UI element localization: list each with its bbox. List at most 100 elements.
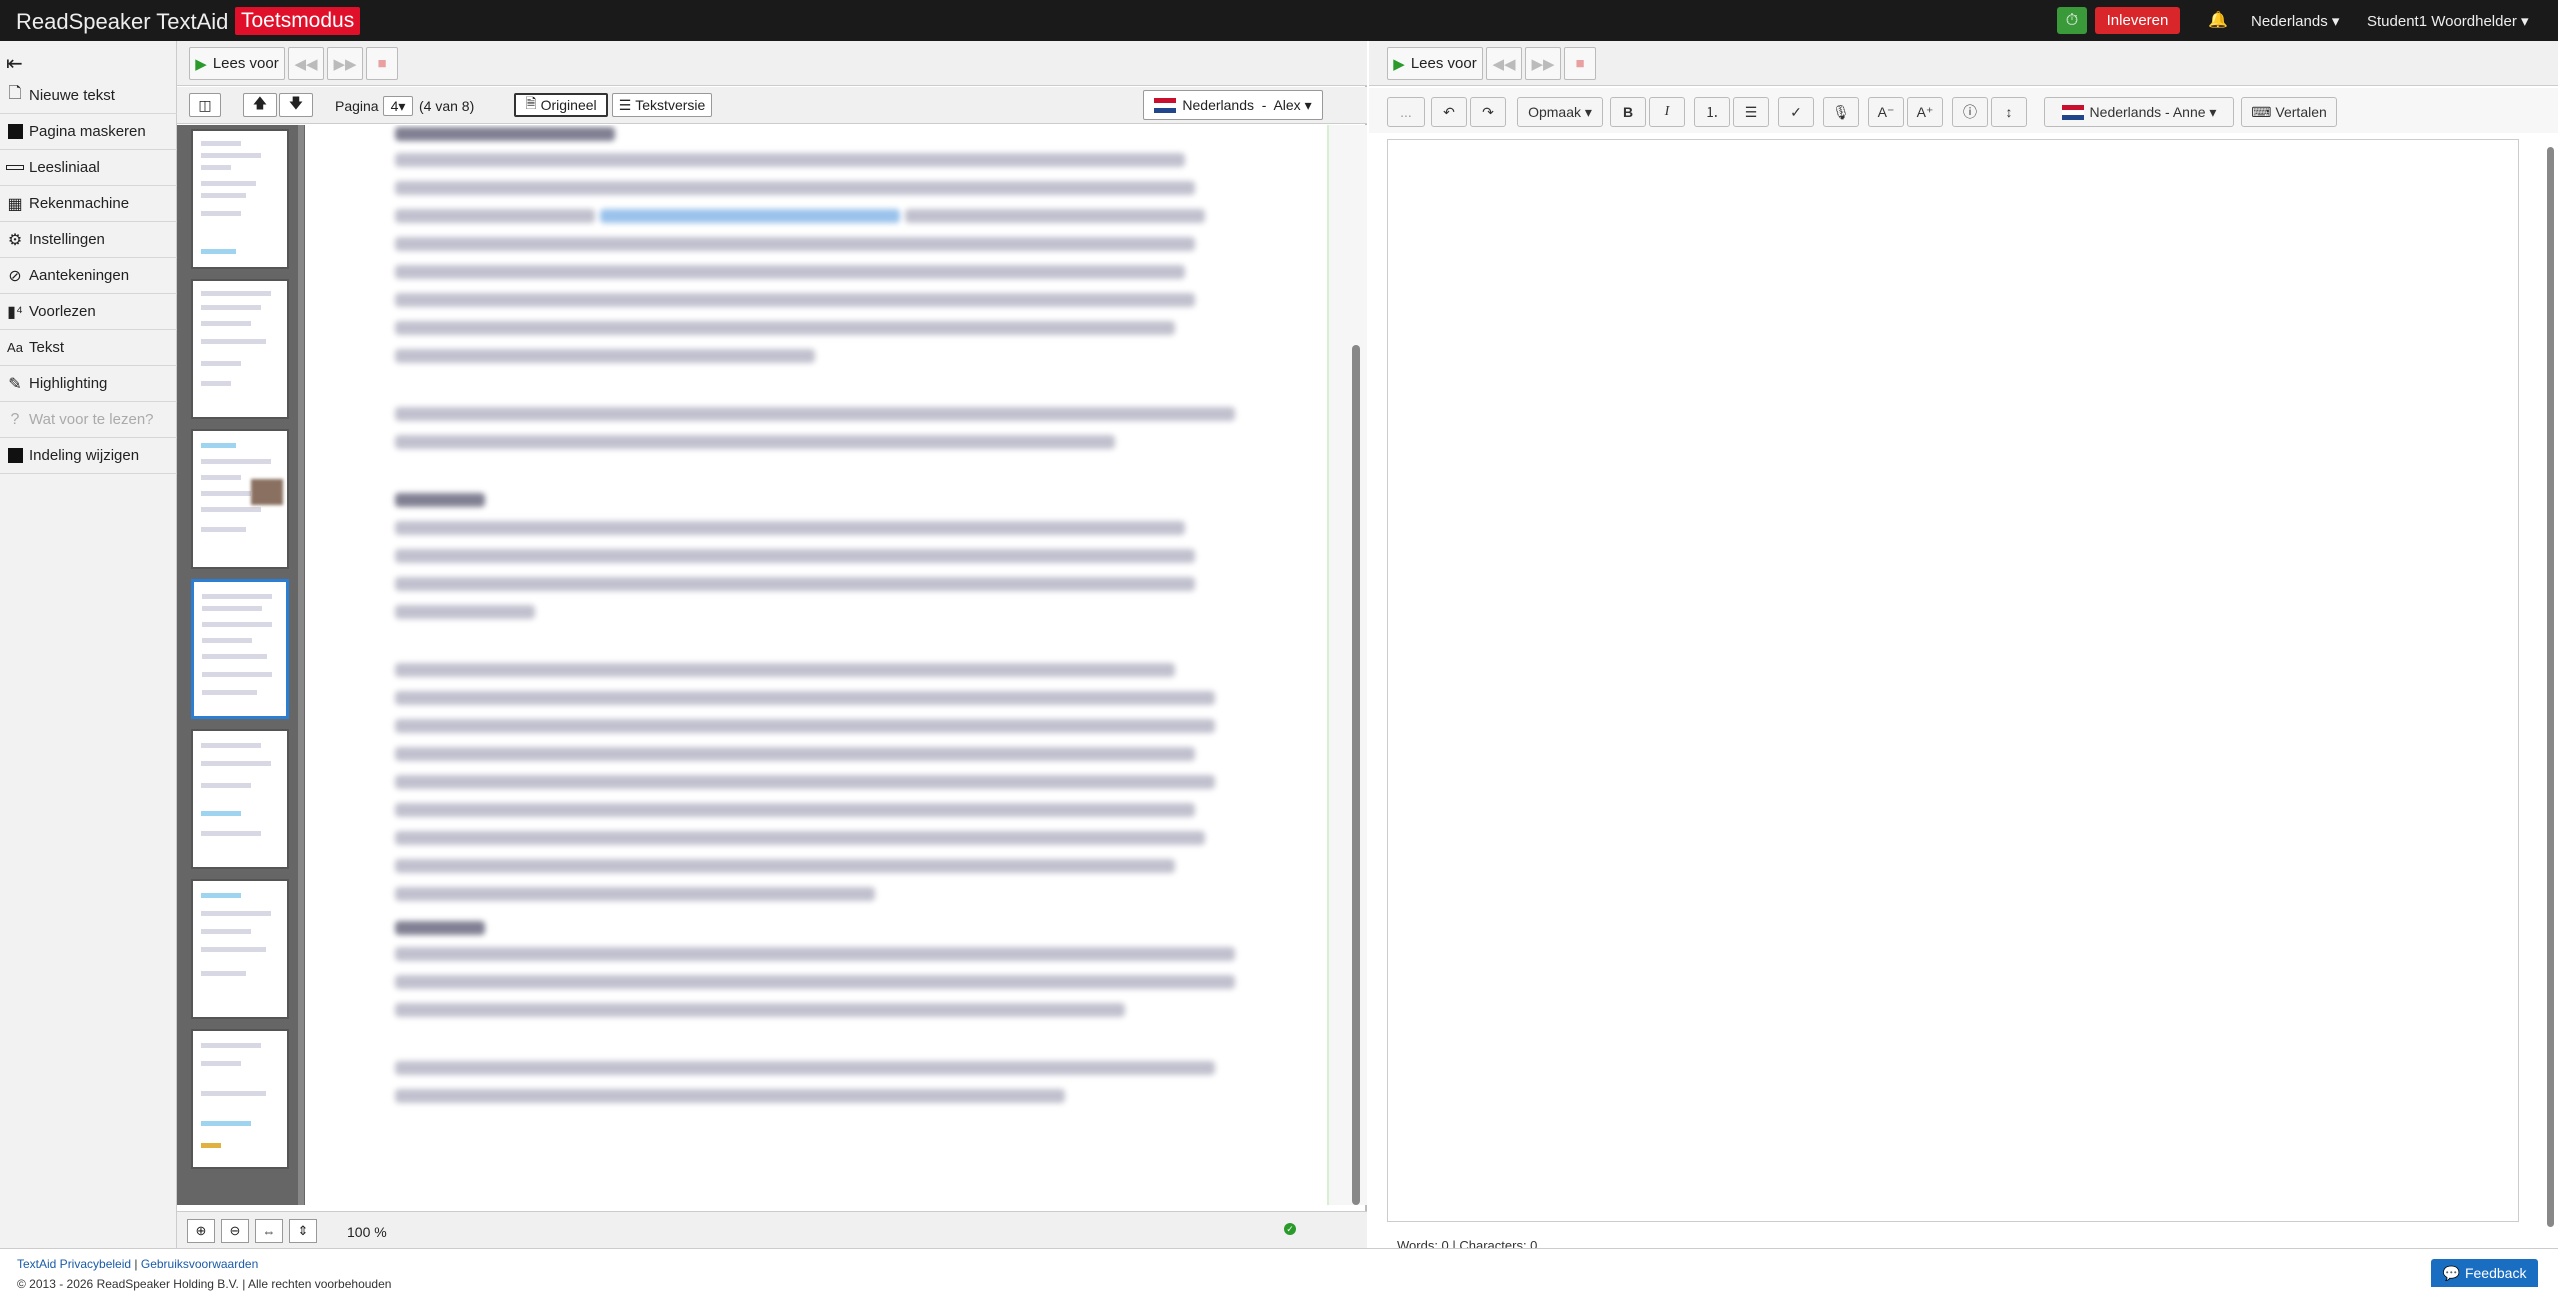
sidebar-item-annotations[interactable]: ⊘ Aantekeningen bbox=[0, 258, 177, 294]
bell-icon[interactable]: 🔔 bbox=[2208, 10, 2228, 30]
rewind-icon: ◀◀ bbox=[294, 55, 318, 73]
redo-button[interactable]: ↷ bbox=[1470, 97, 1506, 127]
original-view-button[interactable]: 🗎 Origineel bbox=[514, 93, 608, 117]
voice-label: Nederlands - Alex bbox=[1182, 97, 1301, 113]
translate-button[interactable]: ⌨ Vertalen bbox=[2241, 97, 2337, 127]
previous-page-button[interactable]: 🡅 bbox=[243, 93, 277, 117]
feedback-button[interactable]: 💬 Feedback bbox=[2431, 1259, 2538, 1287]
thumbnail-page-4[interactable] bbox=[191, 579, 289, 719]
spellcheck-icon: ✓ bbox=[1790, 103, 1802, 120]
text-editor[interactable] bbox=[1387, 139, 2519, 1222]
zoom-in-button[interactable]: ⊕ bbox=[187, 1219, 215, 1243]
sidebar-item-change-layout[interactable]: Indeling wijzigen bbox=[0, 438, 177, 474]
privacy-link[interactable]: TextAid Privacybeleid bbox=[17, 1257, 131, 1271]
copyright: © 2013 - 2026 ReadSpeaker Holding B.V. |… bbox=[17, 1277, 392, 1291]
original-label: Origineel bbox=[540, 97, 597, 113]
bold-button[interactable]: B bbox=[1610, 97, 1646, 127]
user-name: Student1 Woordhelder bbox=[2367, 13, 2517, 30]
speaker-icon: ▮⁴ bbox=[7, 303, 23, 321]
document-scrollbar[interactable] bbox=[1329, 125, 1367, 1205]
info-button[interactable]: ⓘ bbox=[1952, 97, 1988, 127]
sidebar-item-label: Leesliniaal bbox=[29, 159, 100, 176]
sidebar-item-highlighting[interactable]: ✎ Highlighting bbox=[0, 366, 177, 402]
translate-label: Vertalen bbox=[2275, 104, 2327, 120]
font-larger-button[interactable]: A⁺ bbox=[1907, 97, 1943, 127]
forward-button[interactable]: ▶▶ bbox=[327, 47, 363, 80]
fit-page-icon: ⇕ bbox=[297, 1223, 309, 1238]
thumbnail-page-6[interactable] bbox=[191, 879, 289, 1019]
bold-icon: B bbox=[1622, 104, 1634, 120]
zoom-out-icon: ⊖ bbox=[229, 1223, 241, 1238]
document-pane: ▶ Lees voor ◀◀ ▶▶ ■ ◫ 🡅 🡇 Pagina 4 ▾ (4 va… bbox=[177, 41, 1367, 1248]
editor-read-aloud-button[interactable]: ▶ Lees voor bbox=[1387, 47, 1483, 80]
fit-page-button[interactable]: ⇕ bbox=[289, 1219, 317, 1243]
sidebar-item-label: Rekenmachine bbox=[29, 195, 130, 212]
format-dropdown[interactable]: Opmaak ▾ bbox=[1517, 97, 1603, 127]
sidebar-item-read-aloud[interactable]: ▮⁴ Voorlezen bbox=[0, 294, 177, 330]
sidebar-item-reading-ruler[interactable]: Leesliniaal bbox=[0, 150, 177, 186]
user-menu[interactable]: Student1 Woordhelder ▾ bbox=[2367, 12, 2529, 30]
dictation-button[interactable]: 🎙 bbox=[1823, 97, 1859, 127]
bullet-list-button[interactable]: ☰ bbox=[1733, 97, 1769, 127]
translate-icon: ⌨ bbox=[2251, 103, 2272, 120]
sidebar-item-what-to-read: ? Wat voor te lezen? bbox=[0, 402, 177, 438]
undo-button[interactable]: ↶ bbox=[1431, 97, 1467, 127]
thumbnail-scrollbar[interactable] bbox=[298, 125, 304, 1205]
voice-select[interactable]: Nederlands - Alex ▾ bbox=[1143, 90, 1323, 120]
collapse-sidebar-icon[interactable]: ⇤ bbox=[6, 51, 23, 76]
forward-icon: ▶▶ bbox=[1531, 55, 1555, 73]
stop-button[interactable]: ■ bbox=[366, 47, 398, 80]
sidebar-item-new-text[interactable]: 🗋 Nieuwe tekst bbox=[0, 78, 177, 114]
editor-scrollbar-thumb[interactable] bbox=[2547, 147, 2554, 1227]
zoom-out-button[interactable]: ⊖ bbox=[221, 1219, 249, 1243]
rewind-button[interactable]: ◀◀ bbox=[288, 47, 324, 80]
zoom-in-icon: ⊕ bbox=[195, 1223, 207, 1238]
footer: TextAid Privacybeleid | Gebruiksvoorwaar… bbox=[0, 1248, 2558, 1291]
zoom-toolbar: ⊕ ⊖ ⇔ ⇕ 100 % ✓ bbox=[177, 1211, 1367, 1248]
read-aloud-button[interactable]: ▶ Lees voor bbox=[189, 47, 285, 80]
page-select[interactable]: 4 ▾ bbox=[383, 96, 413, 116]
thumbnail-page-2[interactable] bbox=[191, 279, 289, 419]
language-dropdown[interactable]: Nederlands ▾ bbox=[2251, 12, 2339, 30]
sidebar-item-settings[interactable]: ⚙ Instellingen bbox=[0, 222, 177, 258]
timer-icon[interactable]: ⏱ bbox=[2057, 7, 2087, 34]
submit-button[interactable]: Inleveren bbox=[2095, 7, 2180, 34]
thumbnail-page-1[interactable] bbox=[191, 129, 289, 269]
next-page-button[interactable]: 🡇 bbox=[279, 93, 313, 117]
editor-forward-button[interactable]: ▶▶ bbox=[1525, 47, 1561, 80]
sidebar-item-label: Aantekeningen bbox=[29, 267, 130, 284]
editor-scrollbar[interactable] bbox=[2544, 133, 2556, 1273]
redo-icon: ↷ bbox=[1482, 103, 1494, 120]
font-increase-icon: A⁺ bbox=[1916, 103, 1934, 120]
editor-stop-button[interactable]: ■ bbox=[1564, 47, 1596, 80]
spellcheck-button[interactable]: ✓ bbox=[1778, 97, 1814, 127]
document-scrollbar-thumb[interactable] bbox=[1352, 345, 1360, 1205]
italic-icon: I bbox=[1664, 104, 1670, 119]
editor-rewind-button[interactable]: ◀◀ bbox=[1486, 47, 1522, 80]
more-button[interactable]: ... bbox=[1387, 97, 1425, 127]
font-smaller-button[interactable]: A⁻ bbox=[1868, 97, 1904, 127]
sidebar-item-label: Wat voor te lezen? bbox=[29, 411, 154, 428]
editor-voice-select[interactable]: Nederlands - Anne ▾ bbox=[2044, 97, 2234, 127]
sidebar-item-label: Pagina maskeren bbox=[29, 123, 146, 140]
toggle-thumbnails-button[interactable]: ◫ bbox=[189, 93, 221, 117]
undo-icon: ↶ bbox=[1443, 103, 1455, 120]
terms-link[interactable]: Gebruiksvoorwaarden bbox=[141, 1257, 258, 1271]
line-spacing-button[interactable]: ↕ bbox=[1991, 97, 2027, 127]
thumbnail-page-3[interactable] bbox=[191, 429, 289, 569]
zoom-level: 100 % bbox=[347, 1224, 387, 1240]
sidebar-item-mask-page[interactable]: Pagina maskeren bbox=[0, 114, 177, 150]
sidebar-item-calculator[interactable]: ▦ Rekenmachine bbox=[0, 186, 177, 222]
document-view[interactable] bbox=[305, 125, 1327, 1205]
thumbnail-page-7[interactable] bbox=[191, 1029, 289, 1169]
text-version-button[interactable]: ☰ Tekstversie bbox=[612, 93, 712, 117]
numbered-list-button[interactable]: ⒈ bbox=[1694, 97, 1730, 127]
original-icon: 🗎 bbox=[525, 95, 537, 111]
sidebar-item-label: Nieuwe tekst bbox=[29, 87, 115, 104]
sidebar-item-text[interactable]: Aa Tekst bbox=[0, 330, 177, 366]
dutch-flag-icon bbox=[2061, 104, 2084, 120]
italic-button[interactable]: I bbox=[1649, 97, 1685, 127]
fit-width-button[interactable]: ⇔ bbox=[255, 1219, 283, 1243]
thumbnail-page-5[interactable] bbox=[191, 729, 289, 869]
highlighter-icon: ✎ bbox=[8, 375, 22, 393]
